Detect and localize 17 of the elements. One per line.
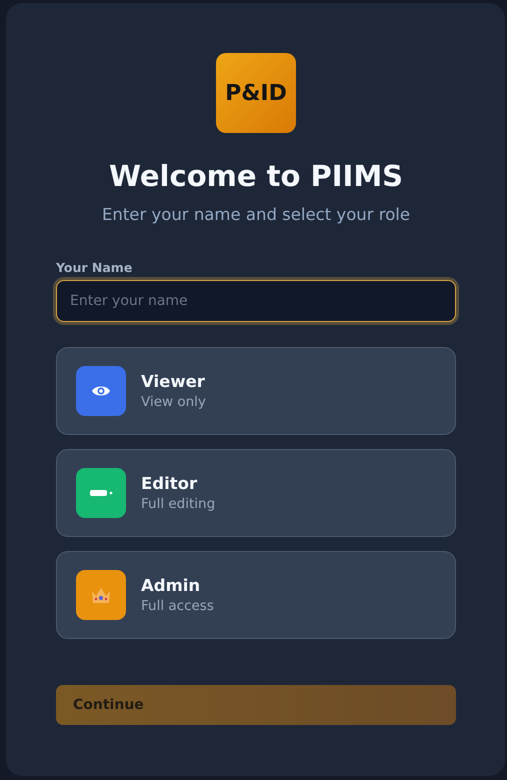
role-name: Editor — [141, 474, 198, 493]
role-description: View only — [141, 394, 206, 410]
welcome-title: Welcome to PIIMS — [108, 159, 404, 193]
role-name: Viewer — [141, 372, 206, 391]
name-input[interactable]: Enter your name — [56, 280, 456, 322]
role-description: Full access — [141, 598, 214, 614]
role-option[interactable]: Admin Full access — [56, 551, 456, 639]
role-description: Full editing — [141, 496, 216, 512]
pencil-icon — [89, 489, 113, 497]
logo: P&ID — [216, 53, 296, 133]
name-label: Your Name — [56, 260, 134, 275]
subtitle: Enter your name and select your role — [102, 205, 410, 224]
crown-icon — [90, 586, 112, 604]
role-name: Admin — [141, 576, 202, 595]
role-option[interactable]: Viewer View only — [56, 347, 456, 435]
role-option[interactable]: Editor Full editing — [56, 449, 456, 537]
eye-icon — [91, 384, 111, 398]
